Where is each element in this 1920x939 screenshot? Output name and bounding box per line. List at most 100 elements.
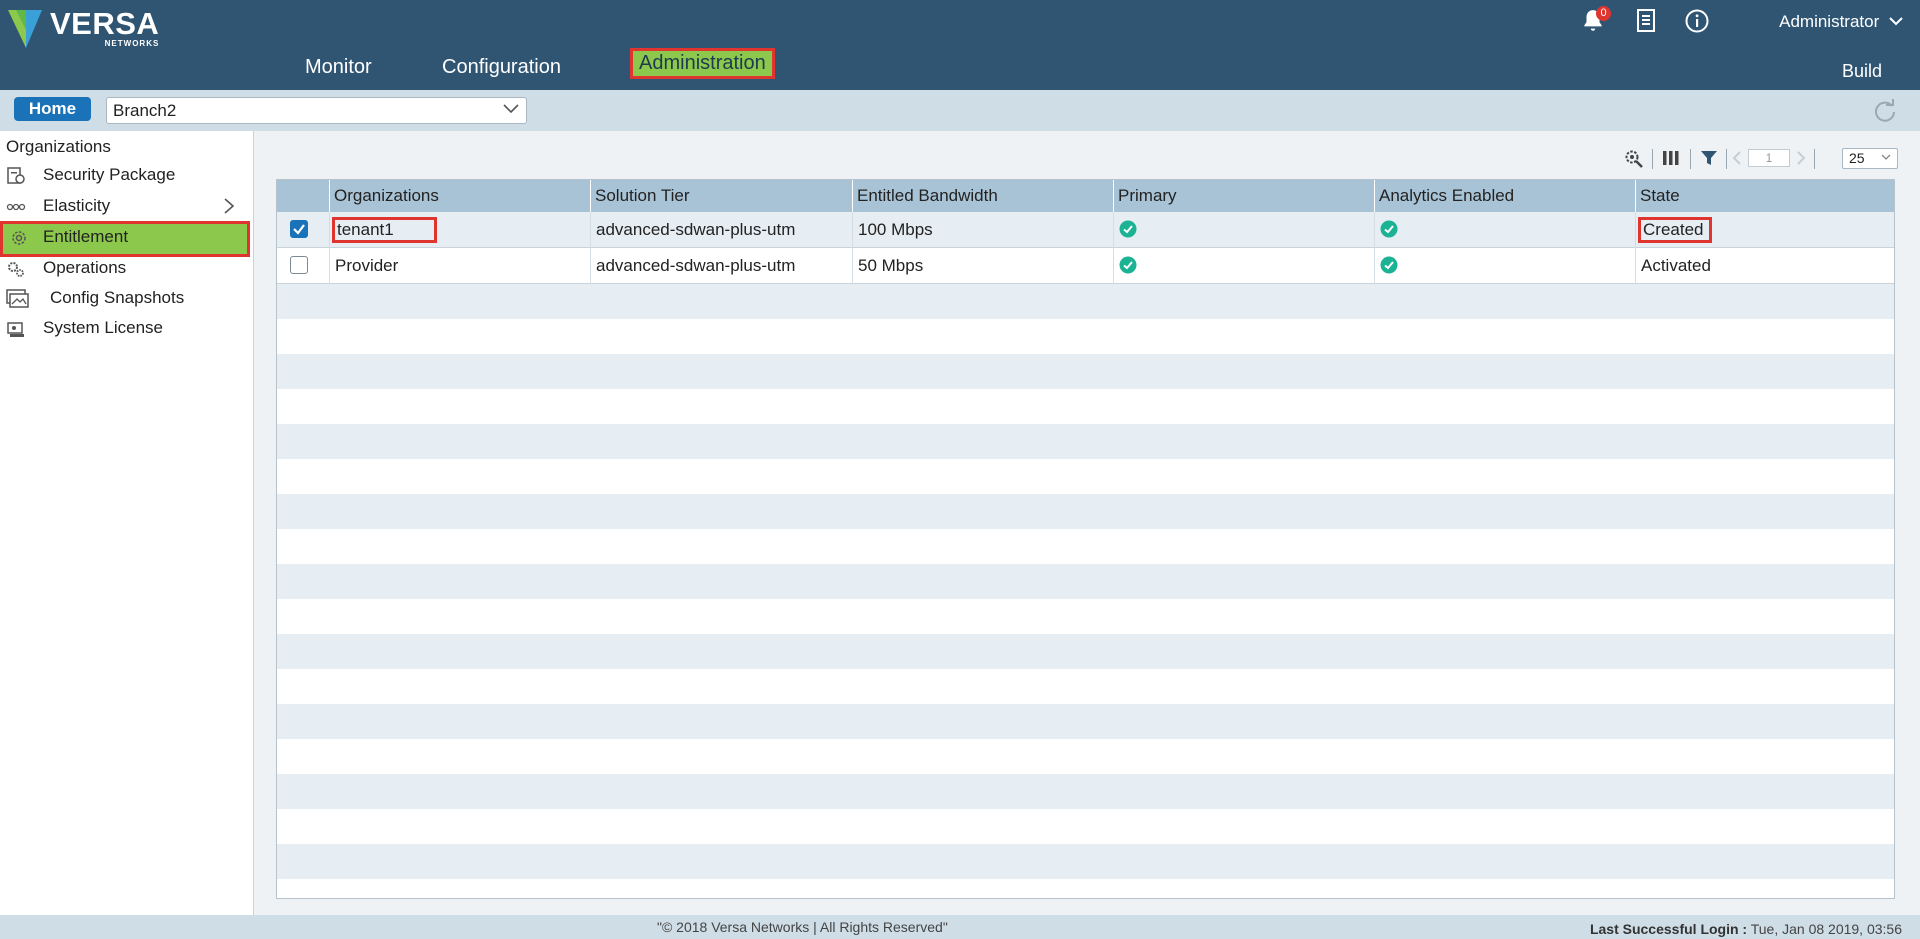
page-number-input[interactable]: 1 (1748, 149, 1790, 167)
check-circle-icon (1380, 220, 1398, 238)
sidebar-item-label: Operations (43, 258, 127, 277)
bandwidth-cell: 100 Mbps (853, 212, 1114, 248)
organization-cell: Provider (330, 248, 591, 284)
sidebar-item-label: Security Package (43, 165, 176, 184)
solution-tier-cell: advanced-sdwan-plus-utm (591, 212, 853, 248)
chevron-down-icon (1881, 154, 1891, 160)
chevron-right-icon[interactable] (1794, 147, 1808, 169)
last-login-value: Tue, Jan 08 2019, 03:56 (1750, 921, 1902, 937)
gear-icon (12, 231, 26, 245)
table-header: Organizations Solution Tier Entitled Ban… (277, 180, 1894, 212)
sidebar: Organizations Security Package Elasticit… (0, 131, 254, 915)
sidebar-item-label: Entitlement (43, 227, 129, 246)
organization-name: tenant1 (332, 217, 437, 243)
primary-cell (1114, 212, 1375, 248)
nav-monitor[interactable]: Monitor (305, 56, 372, 79)
notifications-button[interactable]: 0 (1580, 6, 1611, 36)
top-header: VERSA NETWORKS Monitor Configuration Adm… (0, 0, 1920, 90)
grid-toolbar: 1 25 (1580, 147, 1920, 173)
check-circle-icon (1119, 220, 1137, 238)
chevron-down-icon (503, 104, 519, 114)
chevron-left-icon[interactable] (1730, 147, 1744, 169)
table-row[interactable]: tenant1 advanced-sdwan-plus-utm 100 Mbps… (277, 212, 1894, 248)
column-header-solution-tier[interactable]: Solution Tier (591, 180, 853, 212)
copyright-text: "© 2018 Versa Networks | All Rights Rese… (657, 919, 948, 935)
page-size-select[interactable]: 25 (1842, 148, 1898, 169)
state-value: Created (1637, 217, 1713, 243)
column-header-select[interactable] (277, 180, 330, 212)
sidebar-item-operations[interactable]: Operations (0, 255, 250, 283)
security-package-icon (7, 167, 25, 184)
state-cell: Activated (1641, 256, 1711, 275)
table-row[interactable]: Provider advanced-sdwan-plus-utm 50 Mbps… (277, 248, 1894, 284)
column-header-entitled-bandwidth[interactable]: Entitled Bandwidth (853, 180, 1114, 212)
nav-configuration[interactable]: Configuration (442, 56, 561, 79)
check-circle-icon (1380, 256, 1398, 274)
analytics-cell (1375, 248, 1636, 284)
primary-cell (1114, 248, 1375, 284)
versa-logo[interactable]: VERSA NETWORKS (6, 8, 159, 50)
toolbar-divider (1726, 149, 1727, 169)
sidebar-title: Organizations (6, 137, 111, 156)
notification-count: 0 (1596, 6, 1611, 21)
toolbar-divider (1690, 149, 1691, 169)
info-button[interactable] (1684, 8, 1712, 36)
solution-tier-cell: advanced-sdwan-plus-utm (591, 248, 853, 284)
row-select-cell (277, 212, 330, 248)
chevron-right-icon[interactable] (222, 196, 236, 216)
bandwidth-cell: 50 Mbps (853, 248, 1114, 284)
filter-icon[interactable] (1698, 147, 1720, 169)
last-login: Last Successful Login : Tue, Jan 08 2019… (1590, 921, 1902, 937)
entitlement-table: Organizations Solution Tier Entitled Ban… (276, 179, 1895, 899)
chevron-down-icon (1889, 17, 1903, 26)
sidebar-item-config-snapshots[interactable]: Config Snapshots (0, 285, 250, 313)
context-bar: Home Branch2 (0, 90, 1920, 131)
versa-logo-mark-icon (8, 10, 42, 48)
user-name: Administrator (1779, 12, 1880, 31)
last-login-label: Last Successful Login : (1589, 921, 1748, 937)
main-content: 1 25 Organizations Solution Tier Entitle… (254, 131, 1920, 915)
footer: "© 2018 Versa Networks | All Rights Rese… (0, 915, 1920, 939)
sidebar-item-label: System License (43, 318, 163, 337)
nav-administration[interactable]: Administration (630, 48, 775, 79)
state-cell: Created (1636, 212, 1894, 248)
sidebar-item-entitlement[interactable]: Entitlement (0, 221, 250, 257)
search-settings-icon[interactable] (1622, 147, 1644, 169)
row-select-cell (277, 248, 330, 284)
snapshot-icon (6, 289, 29, 308)
gears-icon (8, 262, 24, 277)
header-actions: 0 Administrator (1580, 6, 1920, 38)
column-header-state[interactable]: State (1636, 180, 1894, 212)
columns-icon[interactable] (1660, 147, 1682, 169)
sidebar-item-system-license[interactable]: System License (0, 315, 250, 343)
analytics-cell (1375, 212, 1636, 248)
brand-sub: NETWORKS (104, 39, 160, 48)
sidebar-item-label: Config Snapshots (50, 288, 185, 307)
row-checkbox[interactable] (290, 220, 308, 238)
document-list-icon (1637, 9, 1655, 32)
build-link[interactable]: Build (1842, 61, 1882, 82)
brand-name: VERSA (50, 6, 160, 41)
info-icon (1685, 9, 1709, 33)
home-button[interactable]: Home (14, 97, 91, 121)
page-size-value: 25 (1849, 150, 1865, 166)
organization-cell: tenant1 (330, 212, 591, 248)
check-circle-icon (1119, 256, 1137, 274)
tasks-button[interactable] (1634, 8, 1662, 36)
organization-select-value: Branch2 (113, 101, 177, 120)
column-header-organizations[interactable]: Organizations (330, 180, 591, 212)
sidebar-item-label: Elasticity (43, 196, 111, 215)
column-header-primary[interactable]: Primary (1114, 180, 1375, 212)
sidebar-item-elasticity[interactable]: Elasticity (0, 193, 250, 221)
elasticity-icon (6, 203, 26, 211)
refresh-icon[interactable] (1872, 98, 1898, 124)
column-header-analytics-enabled[interactable]: Analytics Enabled (1375, 180, 1636, 212)
row-checkbox[interactable] (290, 256, 308, 274)
toolbar-divider (1652, 149, 1653, 169)
sidebar-item-security-package[interactable]: Security Package (0, 162, 250, 190)
checkmark-icon (293, 224, 305, 235)
user-menu[interactable]: Administrator (1779, 12, 1904, 32)
organization-select[interactable]: Branch2 (106, 97, 527, 124)
toolbar-divider (1814, 149, 1815, 169)
license-icon (7, 322, 24, 337)
